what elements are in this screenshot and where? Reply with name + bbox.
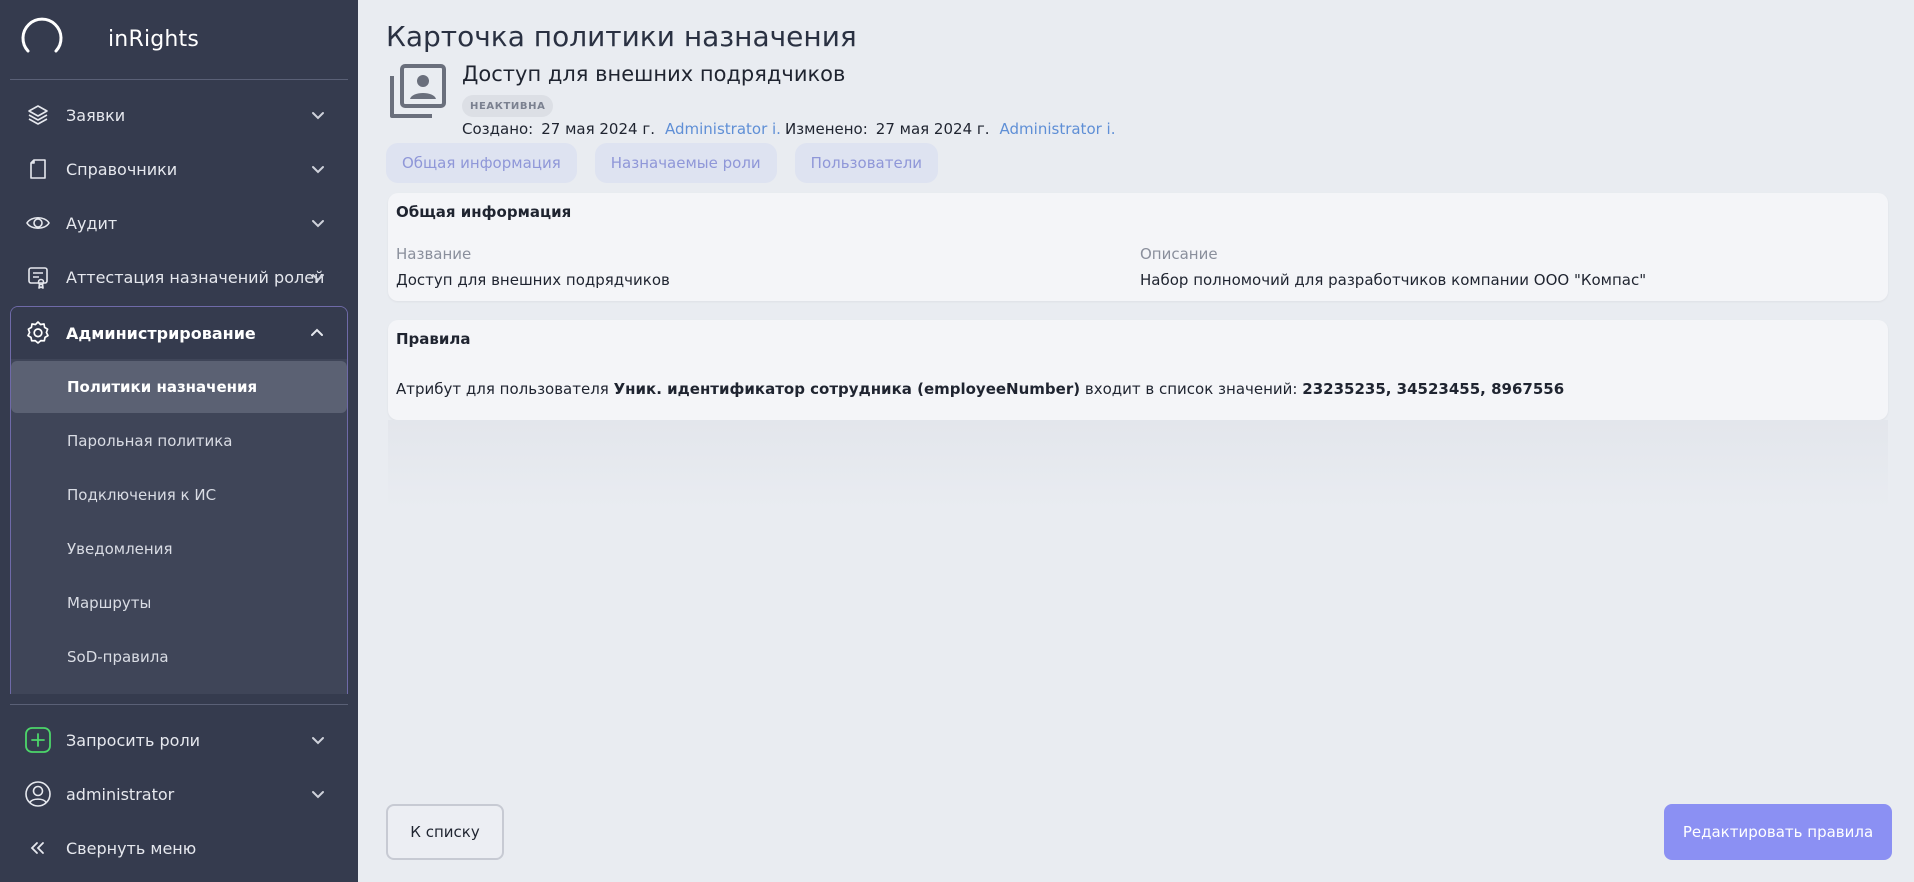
rule-operator: входит в список значений: [1084, 380, 1298, 398]
sidebar-subitem-sod-rules[interactable]: SoD-правила [11, 631, 347, 683]
policy-contact-icon [388, 62, 448, 122]
description-value: Набор полномочий для разработчиков компа… [1140, 271, 1647, 289]
sidebar: inRights Заявки Справочники Аудит Аттест… [0, 0, 358, 882]
chevron-down-icon [308, 730, 328, 750]
sidebar-item-request-roles[interactable]: Запросить роли [10, 714, 348, 766]
tab-users[interactable]: Пользователи [794, 143, 939, 183]
description-label: Описание [1140, 245, 1218, 263]
collapse-menu-button[interactable]: Свернуть меню [10, 822, 348, 874]
certificate-icon [24, 263, 52, 291]
sidebar-subitem-password-policy[interactable]: Парольная политика [11, 415, 347, 467]
chevron-down-icon [308, 267, 328, 287]
tabs: Общая информация Назначаемые роли Пользо… [386, 143, 939, 183]
gear-icon [24, 319, 52, 347]
tab-assigned-roles[interactable]: Назначаемые роли [594, 143, 777, 183]
sidebar-item-label: administrator [66, 784, 175, 804]
rule-values: 23235235, 34523455, 8967556 [1302, 380, 1565, 398]
chevron-down-icon [308, 105, 328, 125]
modified-label: Изменено: [784, 120, 868, 138]
sidebar-item-attestation[interactable]: Аттестация назначений ролей [10, 251, 348, 303]
rule-text: Атрибут для пользователя Уник. идентифик… [396, 380, 1564, 398]
sidebar-item-audit[interactable]: Аудит [10, 197, 348, 249]
sidebar-item-label: Аттестация назначений ролей [66, 267, 325, 287]
created-by-link[interactable]: Administrator i. [665, 120, 781, 138]
sidebar-item-user[interactable]: administrator [10, 768, 348, 820]
page-title: Карточка политики назначения [386, 20, 857, 53]
sidebar-item-requests[interactable]: Заявки [10, 89, 348, 141]
edit-rules-button[interactable]: Редактировать правила [1664, 804, 1892, 860]
content-fade [388, 420, 1888, 510]
modified-date: 27 мая 2024 г. [875, 120, 990, 138]
admin-group: Администрирование Политики назначения Па… [10, 306, 348, 694]
brand[interactable]: inRights [20, 17, 200, 61]
sidebar-item-label: Аудит [66, 213, 118, 233]
general-info-card: Общая информация Название Доступ для вне… [388, 193, 1888, 301]
main-content: Карточка политики назначения Доступ для … [358, 0, 1914, 882]
sidebar-subitem-assignment-policies[interactable]: Политики назначения [11, 361, 347, 413]
name-value: Доступ для внешних подрядчиков [396, 271, 670, 289]
created-label: Создано: [462, 120, 534, 138]
chevron-down-icon [308, 213, 328, 233]
sidebar-divider [10, 704, 348, 705]
rules-card: Правила Атрибут для пользователя Уник. и… [388, 320, 1888, 420]
name-label: Название [396, 245, 472, 263]
user-circle-icon [24, 780, 52, 808]
book-icon [24, 155, 52, 183]
brand-name: inRights [108, 26, 200, 52]
policy-meta: Создано: 27 мая 2024 г. Administrator i. Из… [462, 120, 1120, 138]
sidebar-item-label: Запросить роли [66, 730, 201, 750]
created-date: 27 мая 2024 г. [541, 120, 655, 138]
status-badge: НЕАКТИВНА [462, 95, 554, 117]
sidebar-divider [10, 79, 348, 80]
plus-square-icon [24, 726, 52, 754]
chevron-up-icon [307, 323, 327, 343]
rule-prefix: Атрибут для пользователя [396, 380, 609, 398]
layers-icon [24, 101, 52, 129]
back-to-list-button[interactable]: К списку [386, 804, 504, 860]
eye-icon [24, 209, 52, 237]
rule-attribute: Уник. идентификатор сотрудника (employee… [613, 380, 1081, 398]
policy-name: Доступ для внешних подрядчиков [462, 62, 846, 86]
sidebar-item-label: Администрирование [66, 323, 256, 343]
sidebar-subitem-routes[interactable]: Маршруты [11, 577, 347, 629]
general-info-title: Общая информация [396, 203, 572, 221]
chevron-down-icon [308, 784, 328, 804]
modified-by-link[interactable]: Administrator i. [1000, 120, 1116, 138]
sidebar-item-directories[interactable]: Справочники [10, 143, 348, 195]
sidebar-subitem-notifications[interactable]: Уведомления [11, 523, 347, 575]
double-chevron-left-icon [24, 834, 52, 862]
sidebar-subitem-is-connections[interactable]: Подключения к ИС [11, 469, 347, 521]
sidebar-item-label: Заявки [66, 105, 126, 125]
rules-title: Правила [396, 330, 471, 348]
chevron-down-icon [308, 159, 328, 179]
brand-logo-icon [20, 17, 64, 61]
tab-general-info[interactable]: Общая информация [386, 143, 577, 183]
sidebar-item-label: Справочники [66, 159, 178, 179]
sidebar-item-label: Свернуть меню [66, 838, 197, 858]
sidebar-item-administration[interactable]: Администрирование [11, 307, 347, 359]
